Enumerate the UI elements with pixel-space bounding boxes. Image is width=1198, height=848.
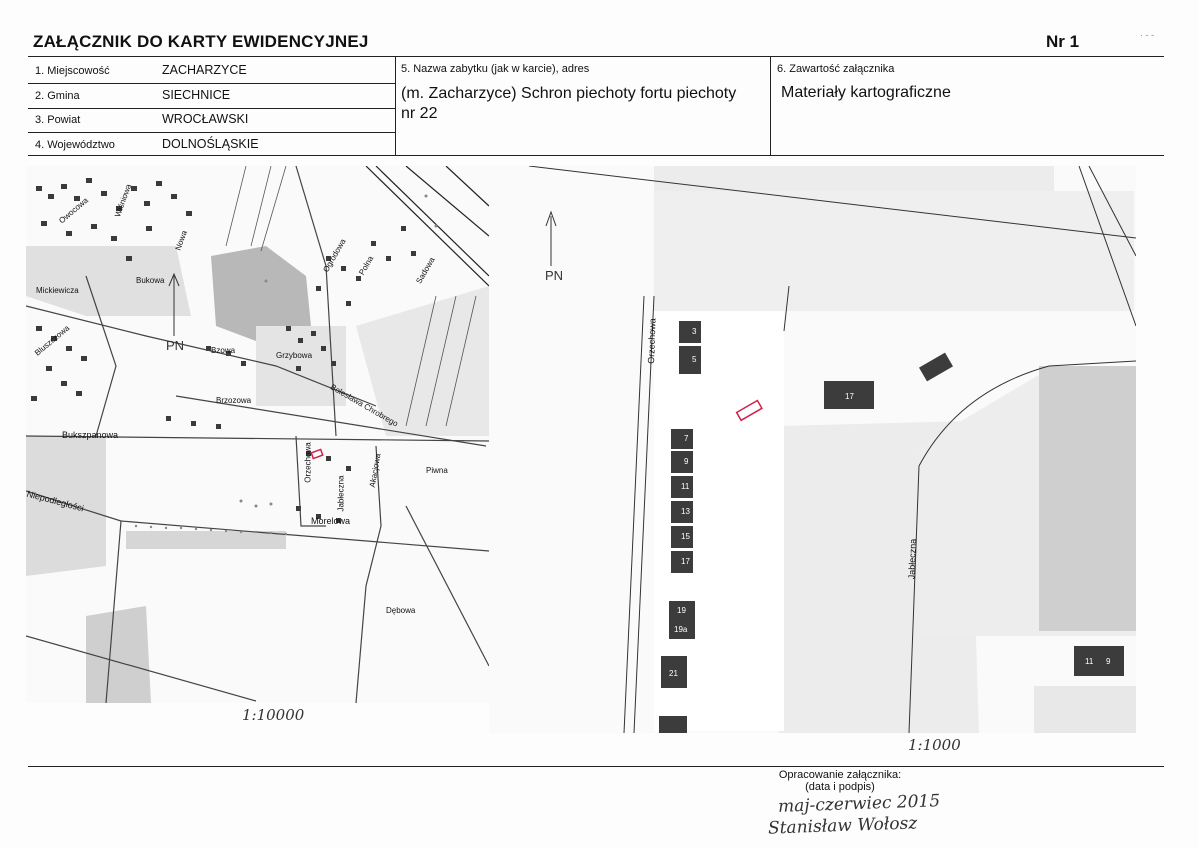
street-label-jableczna-detail: Jabłeczna	[906, 538, 918, 580]
table-row-line-3	[28, 132, 395, 133]
building-number-19: 19	[677, 606, 686, 615]
street-label-bukszpanowa: Bukszpanowa	[62, 430, 119, 440]
street-label-brzozowa: Brzozowa	[216, 396, 252, 405]
street-label-debowa: Dębowa	[386, 606, 416, 615]
building-number-21: 21	[669, 669, 678, 678]
monument-name-line1: (m. Zacharzyce) Schron piechoty fortu pi…	[401, 85, 737, 102]
street-label-morelowa: Morelowa	[311, 516, 351, 526]
street-label-bzowa: Bzowa	[211, 346, 236, 355]
handwritten-signature: Stanisław Wołosz	[767, 813, 918, 839]
map-detail-north-label: PN	[545, 268, 564, 283]
street-label-orzechowa: Orzechowa	[303, 442, 313, 483]
document-title: ZAŁĄCZNIK DO KARTY EWIDENCYJNEJ	[33, 32, 369, 51]
street-label-piwna: Piwna	[426, 466, 448, 475]
field-3-value: WROCŁAWSKI	[162, 112, 249, 126]
field-4-value: DOLNOŚLĄSKIE	[162, 137, 259, 151]
table-col-divider-2	[770, 56, 771, 156]
building-number-9: 9	[684, 457, 689, 466]
building-number-13: 13	[681, 507, 690, 516]
street-label-jableczna: Jabłeczna	[336, 475, 346, 512]
street-label-orzechowa-detail: Orzechowa	[645, 318, 658, 364]
building-number-17-east: 17	[845, 392, 854, 401]
building-number-15: 15	[681, 532, 690, 541]
table-row-line-1	[28, 83, 395, 84]
map-detail-graphic	[489, 166, 1136, 733]
corner-marks: · - -	[1140, 30, 1154, 40]
building-number-9-far: 9	[1106, 657, 1111, 666]
field-4-label: 4. Województwo	[35, 139, 115, 151]
field-2-label: 2. Gmina	[35, 90, 80, 102]
table-row-line-2	[28, 108, 395, 109]
contents-value: Materiały kartograficzne	[781, 84, 951, 101]
field-1-label: 1. Miejscowość	[35, 65, 110, 77]
building-number-19a: 19a	[674, 625, 688, 634]
building-number-11-far: 11	[1085, 657, 1094, 666]
map-detail: PN Orzechowa Jabłeczna 3 5 7 9 11 13 15 …	[489, 166, 1136, 733]
table-col-divider-1	[395, 56, 396, 156]
table-top-border	[28, 56, 1164, 57]
map-overview-scale: 1:10000	[242, 706, 305, 724]
footer-line	[28, 766, 1164, 767]
contents-label: 6. Zawartość załącznika	[777, 63, 895, 75]
street-label-bukowa: Bukowa	[136, 276, 165, 285]
table-bottom-border	[28, 155, 1164, 156]
street-label-mickiewicza: Mickiewicza	[36, 286, 79, 295]
map-overview-north-label: PN	[166, 338, 185, 353]
building-number-5: 5	[692, 355, 697, 364]
building-number-17: 17	[681, 557, 690, 566]
map-detail-scale: 1:1000	[908, 736, 961, 754]
building-number-7: 7	[684, 434, 689, 443]
field-3-label: 3. Powiat	[35, 114, 81, 126]
building-number-11: 11	[681, 482, 690, 491]
field-1-value: ZACHARZYCE	[162, 63, 247, 77]
field-2-value: SIECHNICE	[162, 88, 231, 102]
building-number-3: 3	[692, 327, 697, 336]
monument-name-line2: nr 22	[401, 105, 438, 122]
street-label-grzybowa: Grzybowa	[276, 351, 313, 360]
map-overview: PN Bukszpanowa Niepodległości Orzechowa …	[26, 166, 489, 703]
monument-label: 5. Nazwa zabytku (jak w karcie), adres	[401, 63, 590, 75]
attachment-number: Nr 1	[1046, 32, 1080, 51]
